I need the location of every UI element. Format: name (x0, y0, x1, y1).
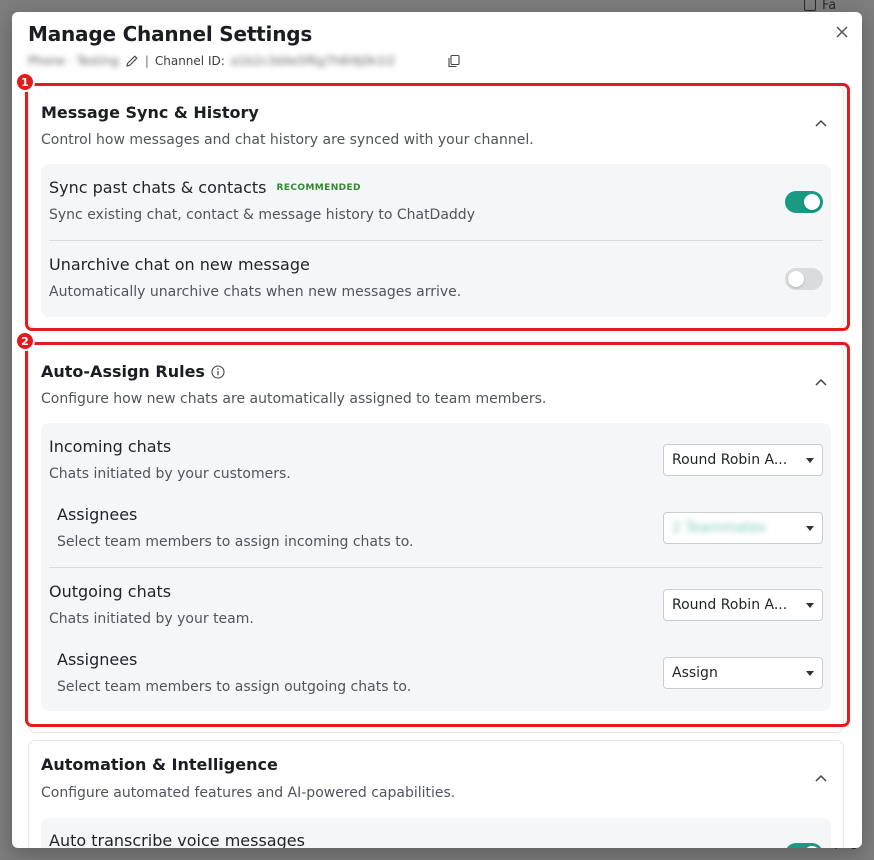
row-title: Sync past chats & contacts (49, 178, 267, 197)
copy-icon[interactable] (447, 54, 461, 68)
incoming-mode-select[interactable]: Round Robin A... (663, 444, 823, 476)
section-automation: Automation & Intelligence Configure auto… (28, 740, 844, 848)
sync-past-chats-toggle[interactable] (785, 191, 823, 213)
auto-transcribe-title: Auto transcribe voice messages (49, 831, 305, 848)
modal-title: Manage Channel Settings (28, 22, 313, 46)
section-description: Control how messages and chat history ar… (41, 132, 534, 148)
section-message-sync: Message Sync & History Control how messa… (28, 85, 844, 329)
incoming-assignees-description: Select team members to assign incoming c… (57, 534, 414, 550)
row-description: Automatically unarchive chats when new m… (49, 284, 462, 300)
section-description: Configure how new chats are automaticall… (41, 391, 547, 407)
channel-id-label: Channel ID: (154, 54, 225, 68)
unarchive-row: Unarchive chat on new message (49, 255, 310, 274)
chevron-up-icon[interactable] (813, 771, 829, 787)
auto-transcribe-toggle[interactable] (785, 843, 823, 848)
channel-name: Phone · Testing (28, 54, 119, 68)
outgoing-mode-select[interactable]: Round Robin A... (663, 589, 823, 621)
close-icon[interactable] (834, 24, 850, 40)
settings-panel: Sync past chats & contacts RECOMMENDED S… (41, 164, 831, 317)
row-description: Sync existing chat, contact & message hi… (49, 207, 475, 223)
incoming-chats-title: Incoming chats (49, 437, 172, 456)
row-title: Unarchive chat on new message (49, 255, 310, 274)
incoming-chats-description: Chats initiated by your customers. (49, 466, 291, 482)
outgoing-assignees-title: Assignees (57, 650, 138, 669)
caret-down-icon (806, 602, 814, 608)
channel-info: Phone · Testing | Channel ID: a1b2c3d4e5… (28, 52, 461, 70)
section-title: Auto-Assign Rules (41, 362, 205, 381)
unarchive-toggle[interactable] (785, 268, 823, 290)
chat-icon (804, 0, 816, 11)
outgoing-assignees-select[interactable]: Assign (663, 657, 823, 689)
assign-panel: Incoming chats Chats initiated by your c… (41, 423, 831, 711)
manage-channel-settings-modal: Manage Channel Settings Phone · Testing … (12, 12, 862, 848)
annotation-badge-2: 2 (15, 331, 35, 351)
outgoing-assignees-description: Select team members to assign outgoing c… (57, 679, 412, 695)
outgoing-chats-title: Outgoing chats (49, 582, 172, 601)
section-title: Message Sync & History (41, 103, 259, 122)
annotation-badge-1: 1 (15, 72, 35, 92)
section-title-wrap: Auto-Assign Rules (41, 362, 225, 381)
chevron-up-icon[interactable] (813, 116, 829, 132)
automation-panel: Auto transcribe voice messages (41, 818, 831, 848)
caret-down-icon (806, 525, 814, 531)
pencil-icon[interactable] (125, 54, 139, 68)
divider (49, 567, 823, 568)
chevron-up-icon[interactable] (813, 375, 829, 391)
recommended-badge: RECOMMENDED (276, 182, 361, 193)
channel-id-value: a1b2c3d4e5f6g7h8i9j0k1l2 (230, 54, 396, 68)
incoming-assignees-title: Assignees (57, 505, 138, 524)
outgoing-chats-description: Chats initiated by your team. (49, 611, 254, 627)
divider (49, 240, 823, 241)
section-auto-assign: Auto-Assign Rules Configure how new chat… (28, 344, 844, 733)
incoming-assignees-select[interactable]: 2 Teammates (663, 512, 823, 544)
section-description: Configure automated features and AI-powe… (41, 785, 456, 801)
section-title: Automation & Intelligence (41, 755, 278, 774)
info-icon[interactable] (211, 364, 225, 379)
caret-down-icon (806, 670, 814, 676)
caret-down-icon (806, 457, 814, 463)
sync-past-chats-row: Sync past chats & contacts RECOMMENDED (49, 178, 361, 197)
